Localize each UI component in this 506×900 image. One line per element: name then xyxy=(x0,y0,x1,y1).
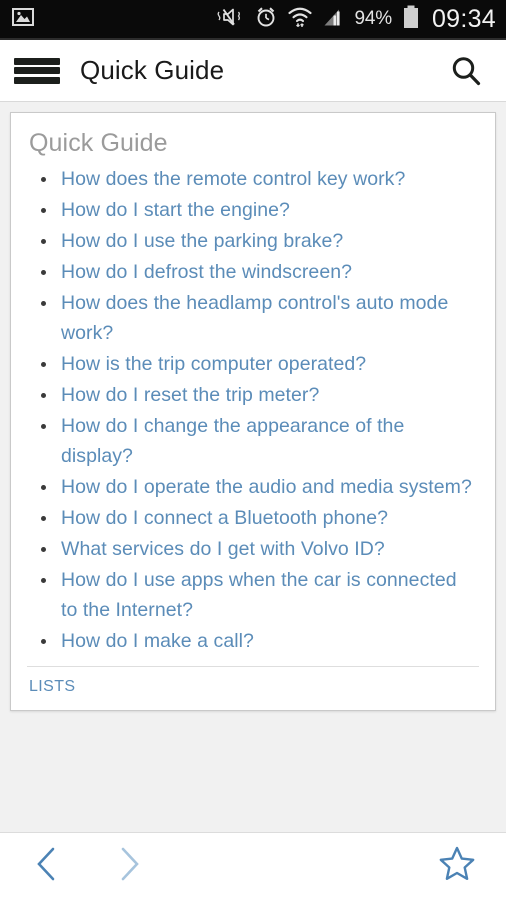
quick-guide-list: How does the remote control key work? Ho… xyxy=(29,164,479,656)
app-root: 94% 09:34 Quick Guide Quick Guide How do… xyxy=(0,0,506,900)
quick-guide-card: Quick Guide How does the remote control … xyxy=(10,112,496,711)
battery-percent-label: 94% xyxy=(354,8,393,29)
list-item[interactable]: How is the trip computer operated? xyxy=(29,349,475,379)
list-item[interactable]: What services do I get with Volvo ID? xyxy=(29,534,475,564)
chevron-right-icon xyxy=(114,844,144,889)
list-item[interactable]: How do I operate the audio and media sys… xyxy=(29,472,475,502)
status-bar-right-icons: 94% 09:34 xyxy=(215,4,497,35)
lists-link[interactable]: LISTS xyxy=(29,678,75,695)
back-button[interactable] xyxy=(20,840,74,894)
mute-vibrate-icon xyxy=(215,5,245,34)
cellular-signal-icon xyxy=(322,5,346,34)
list-item[interactable]: How do I change the appearance of the di… xyxy=(29,411,475,471)
alarm-clock-icon xyxy=(254,5,278,34)
card-title: Quick Guide xyxy=(29,129,168,157)
list-item[interactable]: How do I use the parking brake? xyxy=(29,226,475,256)
image-icon xyxy=(12,7,34,32)
list-item[interactable]: How do I start the engine? xyxy=(29,195,475,225)
battery-icon xyxy=(401,4,421,35)
search-icon[interactable] xyxy=(444,49,488,93)
list-item[interactable]: How do I make a call? xyxy=(29,626,475,656)
page-title: Quick Guide xyxy=(80,55,225,85)
forward-button[interactable] xyxy=(102,840,156,894)
chevron-left-icon xyxy=(32,844,62,889)
status-bar-left-icons xyxy=(12,7,34,32)
app-bar: Quick Guide xyxy=(0,40,506,102)
content-area: Quick Guide How does the remote control … xyxy=(0,102,506,832)
hamburger-menu-icon[interactable] xyxy=(14,56,60,86)
card-footer: LISTS xyxy=(27,666,479,710)
list-item[interactable]: How does the headlamp control's auto mod… xyxy=(29,288,475,348)
wifi-icon xyxy=(287,5,313,34)
status-bar: 94% 09:34 xyxy=(0,0,506,38)
list-item[interactable]: How do I use apps when the car is connec… xyxy=(29,565,475,625)
list-item[interactable]: How does the remote control key work? xyxy=(29,164,475,194)
list-item[interactable]: How do I defrost the windscreen? xyxy=(29,257,475,287)
favorite-button[interactable] xyxy=(430,840,484,894)
star-outline-icon xyxy=(437,844,477,889)
status-bar-clock: 09:34 xyxy=(431,4,496,33)
list-item[interactable]: How do I connect a Bluetooth phone? xyxy=(29,503,475,533)
list-item[interactable]: How do I reset the trip meter? xyxy=(29,380,475,410)
bottom-navigation-bar xyxy=(0,832,506,900)
